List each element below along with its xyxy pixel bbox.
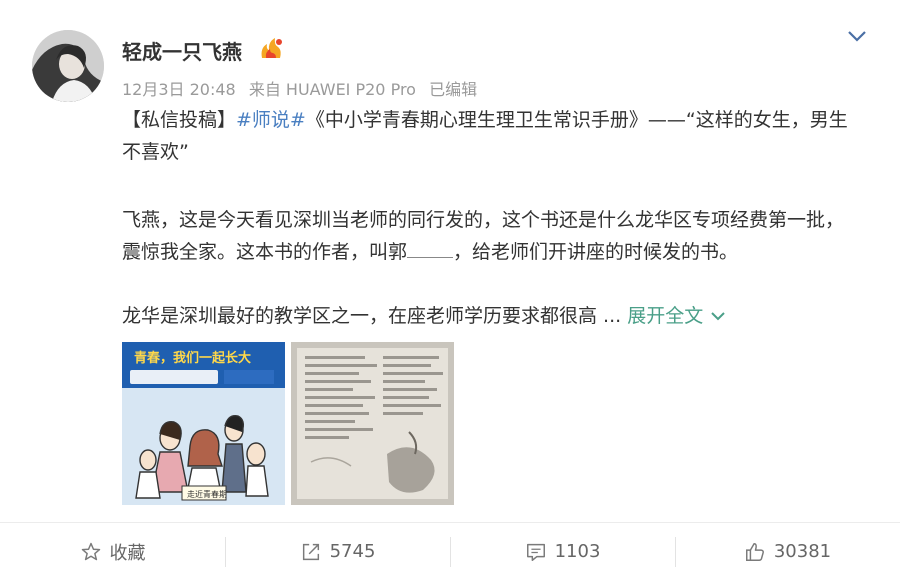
expand-full-text-link[interactable]: 展开全文 <box>627 305 727 327</box>
book-page-image <box>291 342 454 505</box>
favorite-label: 收藏 <box>109 542 146 564</box>
comment-count: 1103 <box>554 541 601 562</box>
book-cover-image: 青春，我们一起长大 走近青春期 <box>122 342 285 505</box>
avatar[interactable] <box>32 30 104 102</box>
post-image-1[interactable]: 青春，我们一起长大 走近青春期 <box>122 342 285 505</box>
cover-title: 青春，我们一起长大 <box>134 350 251 366</box>
repost-button[interactable]: 5745 <box>225 523 450 580</box>
redacted-blank <box>407 239 454 258</box>
like-count: 30381 <box>773 541 832 562</box>
favorite-button[interactable]: 收藏 <box>0 523 225 580</box>
like-button[interactable]: 30381 <box>675 523 900 580</box>
cover-caption: 走近青春期 <box>187 489 227 499</box>
expand-label: 展开全文 <box>627 305 704 327</box>
post-paragraph-2-text-after: ，给老师们开讲座的时候发的书。 <box>453 241 739 263</box>
topic-link[interactable]: #师说# <box>236 109 306 131</box>
star-icon <box>81 542 100 560</box>
comment-icon <box>526 543 545 561</box>
post-image-2[interactable] <box>291 342 454 505</box>
post-tag: 【私信投稿】 <box>122 109 237 131</box>
edited-label[interactable]: 已编辑 <box>429 80 477 99</box>
post-meta: 12月3日 20:48 来自 HUAWEI P20 Pro 已编辑 <box>122 76 485 100</box>
post-paragraph-3: 龙华是深圳最好的教学区之一，在座老师学历要求都很高 ... 展开全文 <box>122 300 857 332</box>
author-name[interactable]: 轻成一只飞燕 <box>122 36 242 65</box>
repost-count: 5745 <box>329 541 376 562</box>
weibo-post-card: 轻成一只飞燕 12月3日 20:48 来自 HUAWEI P20 Pro 已编辑… <box>0 0 900 580</box>
action-bar: 收藏 5745 1103 30381 <box>0 522 900 580</box>
avatar-photo <box>32 30 104 102</box>
post-paragraph-2: 飞燕，这是今天看见深圳当老师的同行发的，这个书还是什么龙华区专项经费第一批，震惊… <box>122 204 857 268</box>
post-paragraph-1: 【私信投稿】#师说#《中小学青春期心理生理卫生常识手册》——“这样的女生，男生不… <box>122 104 857 168</box>
chevron-down-icon <box>711 312 725 321</box>
post-source: 来自 HUAWEI P20 Pro <box>248 80 416 99</box>
thumbs-up-icon <box>745 542 764 561</box>
repost-icon <box>302 543 319 560</box>
comment-button[interactable]: 1103 <box>450 523 675 580</box>
post-paragraph-3-text: 龙华是深圳最好的教学区之一，在座老师学历要求都很高 ... <box>122 305 628 327</box>
post-date[interactable]: 12月3日 20:48 <box>122 80 236 99</box>
chevron-down-icon[interactable] <box>846 28 868 44</box>
vip-flame-badge-icon[interactable] <box>258 36 284 60</box>
